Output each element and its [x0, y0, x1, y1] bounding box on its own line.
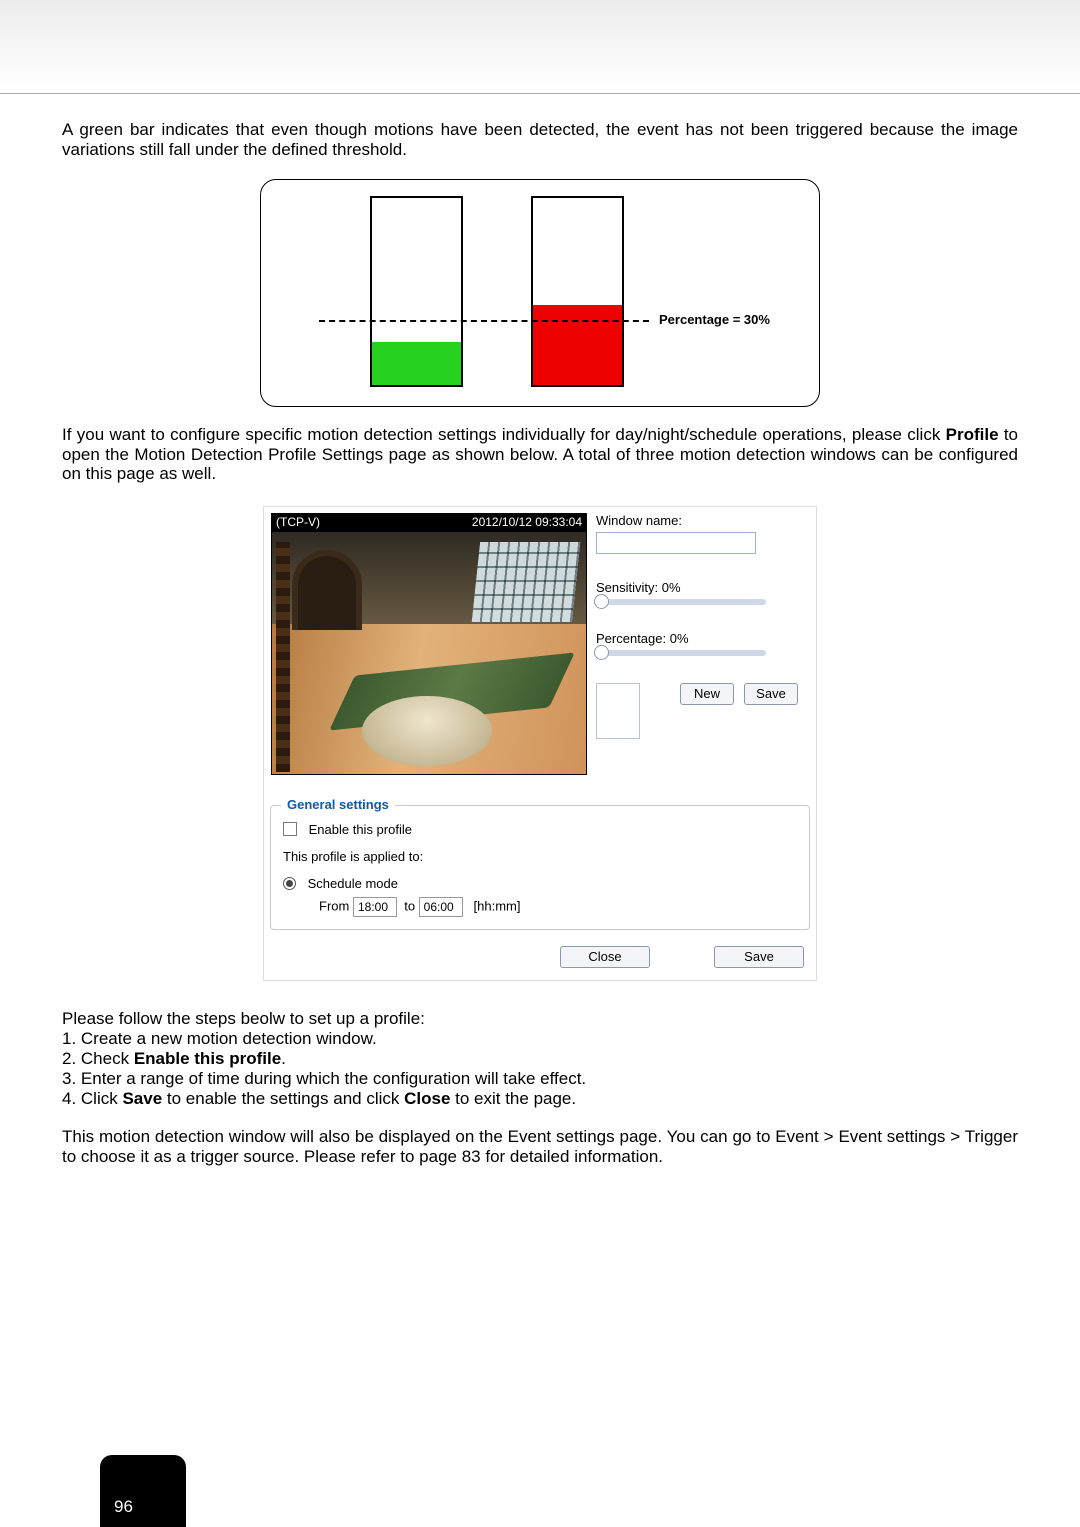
profile-para-prefix: If you want to configure specific motion…: [62, 425, 946, 444]
profile-paragraph: If you want to configure specific motion…: [62, 425, 1018, 484]
camera-timestamp: 2012/10/12 09:33:04: [472, 515, 582, 531]
time-format-hint: [hh:mm]: [474, 898, 521, 913]
applied-to-label: This profile is applied to:: [283, 849, 797, 864]
threshold-line: [319, 320, 649, 322]
close-button[interactable]: Close: [560, 946, 650, 968]
save-button[interactable]: Save: [744, 683, 798, 705]
enable-profile-checkbox[interactable]: [283, 822, 297, 836]
schedule-mode-label: Schedule mode: [308, 876, 398, 891]
profile-settings-panel: (TCP-V) 2012/10/12 09:33:04 Window: [263, 506, 817, 981]
step-2-bold: Enable this profile: [134, 1049, 281, 1068]
to-label: to: [404, 898, 415, 913]
sensitivity-label: Sensitivity: 0%: [596, 580, 806, 595]
window-list[interactable]: [596, 683, 640, 739]
step-2: 2. Check Enable this profile.: [62, 1049, 1018, 1069]
window-name-input[interactable]: [596, 532, 756, 554]
step-4-bold1: Save: [122, 1089, 162, 1108]
schedule-mode-radio[interactable]: [283, 877, 296, 890]
enable-profile-label: Enable this profile: [309, 822, 412, 837]
step-2-prefix: 2. Check: [62, 1049, 134, 1068]
threshold-diagram: Percentage = 30%: [62, 179, 1018, 407]
window-name-label: Window name:: [596, 513, 806, 528]
general-settings-group: General settings Enable this profile Thi…: [270, 805, 810, 930]
camera-scene: [272, 532, 586, 774]
to-time-input[interactable]: 06:00: [419, 897, 463, 917]
step-4-prefix: 4. Click: [62, 1089, 122, 1108]
red-bar: [533, 305, 622, 385]
page-number: 96: [114, 1497, 133, 1517]
profile-bold: Profile: [946, 425, 999, 444]
page-number-tab: 96: [100, 1455, 186, 1527]
camera-source: (TCP-V): [276, 515, 320, 531]
header-gradient: [0, 0, 1080, 94]
step-1: 1. Create a new motion detection window.: [62, 1029, 1018, 1049]
step-4-mid: to enable the settings and click: [162, 1089, 404, 1108]
step-3: 3. Enter a range of time during which th…: [62, 1069, 1018, 1089]
percentage-label: Percentage: 0%: [596, 631, 806, 646]
percentage-slider[interactable]: [596, 650, 766, 656]
step-4-suffix: to exit the page.: [450, 1089, 576, 1108]
new-button[interactable]: New: [680, 683, 734, 705]
step-4: 4. Click Save to enable the settings and…: [62, 1089, 1018, 1109]
save-profile-button[interactable]: Save: [714, 946, 804, 968]
steps-intro: Please follow the steps beolw to set up …: [62, 1009, 1018, 1029]
note-paragraph: This motion detection window will also b…: [62, 1127, 1018, 1166]
camera-preview: (TCP-V) 2012/10/12 09:33:04: [271, 513, 587, 775]
from-time-input[interactable]: 18:00: [353, 897, 397, 917]
step-2-suffix: .: [281, 1049, 286, 1068]
green-bar: [372, 342, 461, 385]
general-settings-title: General settings: [281, 797, 395, 812]
step-4-bold2: Close: [404, 1089, 450, 1108]
sensitivity-slider[interactable]: [596, 599, 766, 605]
threshold-label: Percentage = 30%: [659, 312, 770, 327]
from-label: From: [319, 898, 349, 913]
intro-paragraph: A green bar indicates that even though m…: [62, 120, 1018, 159]
